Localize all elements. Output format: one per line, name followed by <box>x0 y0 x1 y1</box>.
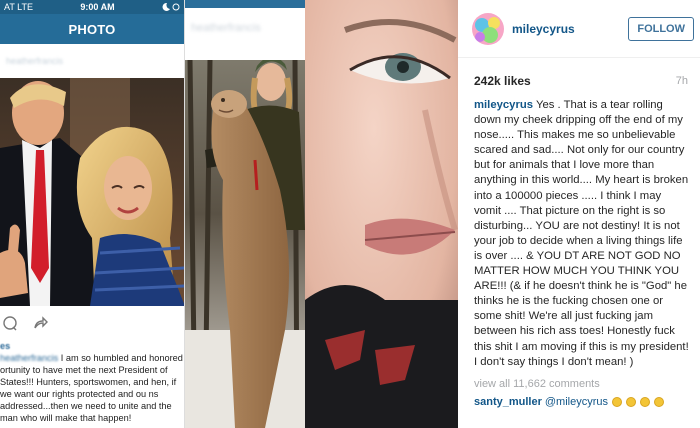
crying-face-icon <box>626 396 636 407</box>
crying-face-icon <box>640 396 650 407</box>
crying-face-icon <box>612 396 622 407</box>
caption-username: heatherfrancis <box>0 353 59 363</box>
comment-row: santy_muller @mileycyrus <box>458 390 700 408</box>
status-icons <box>162 3 180 11</box>
avatar[interactable] <box>472 12 504 45</box>
status-bar: AT LTE 9:00 AM <box>0 0 184 14</box>
caption-text: I am so humbled and honored ortunity to … <box>0 353 183 423</box>
left-caption: es heatherfrancis I am so humbled and ho… <box>0 340 184 424</box>
follow-button[interactable]: FOLLOW <box>628 16 694 41</box>
left-screenshot: AT LTE 9:00 AM PHOTO heatherfrancis es h… <box>0 0 185 428</box>
status-time: 9:00 AM <box>80 2 115 12</box>
view-all-comments-link[interactable]: view all 11,662 comments <box>458 370 700 390</box>
post-username[interactable]: mileycyrus <box>512 22 628 36</box>
post-header: mileycyrus FOLLOW <box>458 0 700 58</box>
caption-text: Yes . That is a tear rolling down my che… <box>474 99 689 368</box>
share-icon[interactable] <box>32 315 48 331</box>
middle-header: heatherfrancis <box>185 0 305 60</box>
nav-title: PHOTO <box>0 14 184 44</box>
post-time: 7h <box>675 75 688 87</box>
hunting-photo: heatherfrancis <box>185 0 305 428</box>
comment-text: @mileycyrus <box>544 395 608 408</box>
crying-selfie <box>305 0 458 428</box>
crying-face-icon <box>654 396 664 407</box>
post-caption: mileycyrus Yes . That is a tear rolling … <box>458 98 700 370</box>
caption-username[interactable]: mileycyrus <box>474 99 533 111</box>
comment-icon[interactable] <box>2 315 18 331</box>
carrier-label: AT LTE <box>4 2 34 12</box>
likes-count[interactable]: 242k likes <box>474 74 531 88</box>
caption-likes-line: es <box>0 341 11 351</box>
trump-photo <box>0 78 184 306</box>
post-stats: 242k likes 7h <box>458 58 700 98</box>
post-actions <box>0 308 184 338</box>
moon-icon <box>162 3 170 11</box>
comment-username[interactable]: santy_muller <box>474 396 542 408</box>
instagram-post-panel: mileycyrus FOLLOW 242k likes 7h mileycyr… <box>458 0 700 428</box>
alarm-icon <box>172 3 180 11</box>
blurred-poster-name: heatherfrancis <box>191 22 261 34</box>
blurred-poster-name: heatherfrancis <box>6 56 64 66</box>
